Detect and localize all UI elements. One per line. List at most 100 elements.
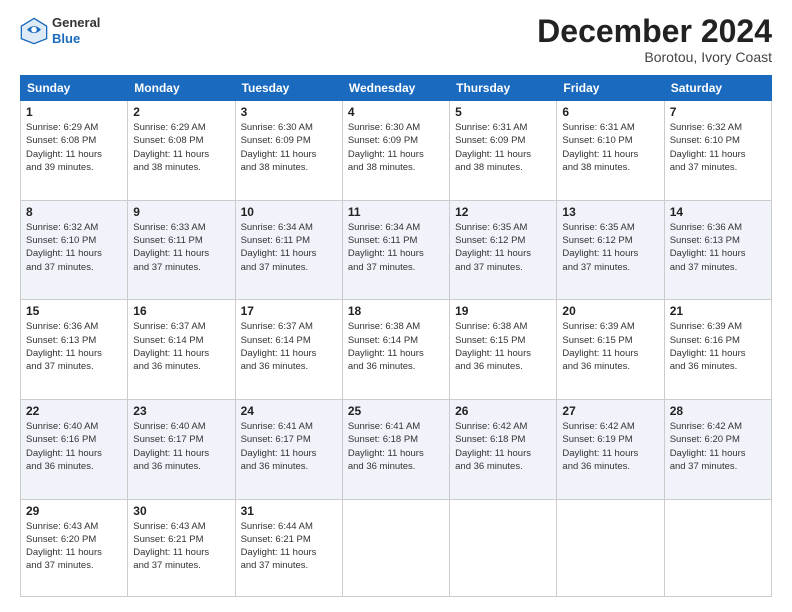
table-row: 24 Sunrise: 6:41 AMSunset: 6:17 PMDayligh… [235,399,342,499]
day-number: 20 [562,304,658,318]
table-row: 6 Sunrise: 6:31 AMSunset: 6:10 PMDaylight… [557,101,664,201]
day-number: 6 [562,105,658,119]
day-info: Sunrise: 6:35 AMSunset: 6:12 PMDaylight:… [455,221,551,274]
table-row: 11Sunrise: 6:34 AMSunset: 6:11 PMDayligh… [342,200,449,300]
day-number: 28 [670,404,766,418]
day-number: 23 [133,404,229,418]
day-info: Sunrise: 6:37 AMSunset: 6:14 PMDaylight:… [241,320,337,373]
table-row: 5 Sunrise: 6:31 AMSunset: 6:09 PMDaylight… [450,101,557,201]
table-row: 2Sunrise: 6:29 AMSunset: 6:08 PMDaylight… [128,101,235,201]
day-number: 1 [26,105,122,119]
table-row: 14 Sunrise: 6:36 AMSunset: 6:13 PMDayligh… [664,200,771,300]
day-number: 12 [455,205,551,219]
table-row: 26 Sunrise: 6:42 AMSunset: 6:18 PMDayligh… [450,399,557,499]
day-info: Sunrise: 6:34 AMSunset: 6:11 PMDaylight:… [348,221,444,274]
day-info: Sunrise: 6:43 AMSunset: 6:21 PMDaylight:… [133,520,229,573]
day-info: Sunrise: 6:42 AMSunset: 6:18 PMDaylight:… [455,420,551,473]
table-row: 3 Sunrise: 6:30 AMSunset: 6:09 PMDaylight… [235,101,342,201]
table-row: 15 Sunrise: 6:36 AMSunset: 6:13 PMDayligh… [21,300,128,400]
day-number: 8 [26,205,122,219]
day-number: 24 [241,404,337,418]
day-info: Sunrise: 6:36 AMSunset: 6:13 PMDaylight:… [26,320,122,373]
table-row: 8Sunrise: 6:32 AMSunset: 6:10 PMDaylight… [21,200,128,300]
day-number: 7 [670,105,766,119]
day-number: 3 [241,105,337,119]
calendar-week-row: 8Sunrise: 6:32 AMSunset: 6:10 PMDaylight… [21,200,772,300]
day-number: 21 [670,304,766,318]
table-row: 17 Sunrise: 6:37 AMSunset: 6:14 PMDayligh… [235,300,342,400]
logo: General Blue [20,15,100,46]
table-row: 21 Sunrise: 6:39 AMSunset: 6:16 PMDayligh… [664,300,771,400]
calendar-week-row: 1 Sunrise: 6:29 AMSunset: 6:08 PMDaylight… [21,101,772,201]
day-number: 31 [241,504,337,518]
table-row: 30 Sunrise: 6:43 AMSunset: 6:21 PMDayligh… [128,499,235,596]
table-row: 7Sunrise: 6:32 AMSunset: 6:10 PMDaylight… [664,101,771,201]
header-saturday: Saturday [664,76,771,101]
day-info: Sunrise: 6:43 AMSunset: 6:20 PMDaylight:… [26,520,122,573]
day-info: Sunrise: 6:31 AMSunset: 6:10 PMDaylight:… [562,121,658,174]
day-number: 17 [241,304,337,318]
day-info: Sunrise: 6:44 AMSunset: 6:21 PMDaylight:… [241,520,337,573]
day-info: Sunrise: 6:37 AMSunset: 6:14 PMDaylight:… [133,320,229,373]
day-info: Sunrise: 6:42 AMSunset: 6:20 PMDaylight:… [670,420,766,473]
day-info: Sunrise: 6:42 AMSunset: 6:19 PMDaylight:… [562,420,658,473]
table-row: 22Sunrise: 6:40 AMSunset: 6:16 PMDayligh… [21,399,128,499]
day-number: 22 [26,404,122,418]
header-sunday: Sunday [21,76,128,101]
logo-blue-text: Blue [52,31,100,47]
day-info: Sunrise: 6:39 AMSunset: 6:16 PMDaylight:… [670,320,766,373]
calendar-week-row: 22Sunrise: 6:40 AMSunset: 6:16 PMDayligh… [21,399,772,499]
table-row: 27 Sunrise: 6:42 AMSunset: 6:19 PMDayligh… [557,399,664,499]
day-info: Sunrise: 6:39 AMSunset: 6:15 PMDaylight:… [562,320,658,373]
day-info: Sunrise: 6:36 AMSunset: 6:13 PMDaylight:… [670,221,766,274]
day-info: Sunrise: 6:31 AMSunset: 6:09 PMDaylight:… [455,121,551,174]
header-thursday: Thursday [450,76,557,101]
day-info: Sunrise: 6:34 AMSunset: 6:11 PMDaylight:… [241,221,337,274]
day-info: Sunrise: 6:38 AMSunset: 6:14 PMDaylight:… [348,320,444,373]
day-number: 18 [348,304,444,318]
location: Borotou, Ivory Coast [537,49,772,65]
table-row: 20 Sunrise: 6:39 AMSunset: 6:15 PMDayligh… [557,300,664,400]
table-row: 18 Sunrise: 6:38 AMSunset: 6:14 PMDayligh… [342,300,449,400]
day-number: 15 [26,304,122,318]
header-friday: Friday [557,76,664,101]
day-info: Sunrise: 6:41 AMSunset: 6:18 PMDaylight:… [348,420,444,473]
logo-icon [20,17,48,45]
header: General Blue December 2024 Borotou, Ivor… [20,15,772,65]
day-number: 30 [133,504,229,518]
table-row: 31 Sunrise: 6:44 AMSunset: 6:21 PMDayligh… [235,499,342,596]
day-info: Sunrise: 6:41 AMSunset: 6:17 PMDaylight:… [241,420,337,473]
table-row: 12 Sunrise: 6:35 AMSunset: 6:12 PMDayligh… [450,200,557,300]
day-number: 19 [455,304,551,318]
day-number: 26 [455,404,551,418]
header-right: December 2024 Borotou, Ivory Coast [537,15,772,65]
header-tuesday: Tuesday [235,76,342,101]
calendar-week-row: 29 Sunrise: 6:43 AMSunset: 6:20 PMDayligh… [21,499,772,596]
day-info: Sunrise: 6:33 AMSunset: 6:11 PMDaylight:… [133,221,229,274]
table-row: 16Sunrise: 6:37 AMSunset: 6:14 PMDayligh… [128,300,235,400]
table-row: 9 Sunrise: 6:33 AMSunset: 6:11 PMDaylight… [128,200,235,300]
day-number: 5 [455,105,551,119]
table-row [342,499,449,596]
table-row: 25Sunrise: 6:41 AMSunset: 6:18 PMDayligh… [342,399,449,499]
header-wednesday: Wednesday [342,76,449,101]
day-info: Sunrise: 6:30 AMSunset: 6:09 PMDaylight:… [348,121,444,174]
day-info: Sunrise: 6:35 AMSunset: 6:12 PMDaylight:… [562,221,658,274]
header-monday: Monday [128,76,235,101]
page: General Blue December 2024 Borotou, Ivor… [0,0,792,612]
logo-text: General Blue [52,15,100,46]
calendar-week-row: 15 Sunrise: 6:36 AMSunset: 6:13 PMDayligh… [21,300,772,400]
day-number: 9 [133,205,229,219]
table-row [450,499,557,596]
day-info: Sunrise: 6:29 AMSunset: 6:08 PMDaylight:… [26,121,122,174]
day-number: 27 [562,404,658,418]
day-number: 29 [26,504,122,518]
table-row: 4Sunrise: 6:30 AMSunset: 6:09 PMDaylight… [342,101,449,201]
calendar-table: Sunday Monday Tuesday Wednesday Thursday… [20,75,772,597]
table-row: 19Sunrise: 6:38 AMSunset: 6:15 PMDayligh… [450,300,557,400]
table-row: 1 Sunrise: 6:29 AMSunset: 6:08 PMDaylight… [21,101,128,201]
table-row: 13Sunrise: 6:35 AMSunset: 6:12 PMDayligh… [557,200,664,300]
day-info: Sunrise: 6:30 AMSunset: 6:09 PMDaylight:… [241,121,337,174]
day-number: 14 [670,205,766,219]
calendar-header-row: Sunday Monday Tuesday Wednesday Thursday… [21,76,772,101]
